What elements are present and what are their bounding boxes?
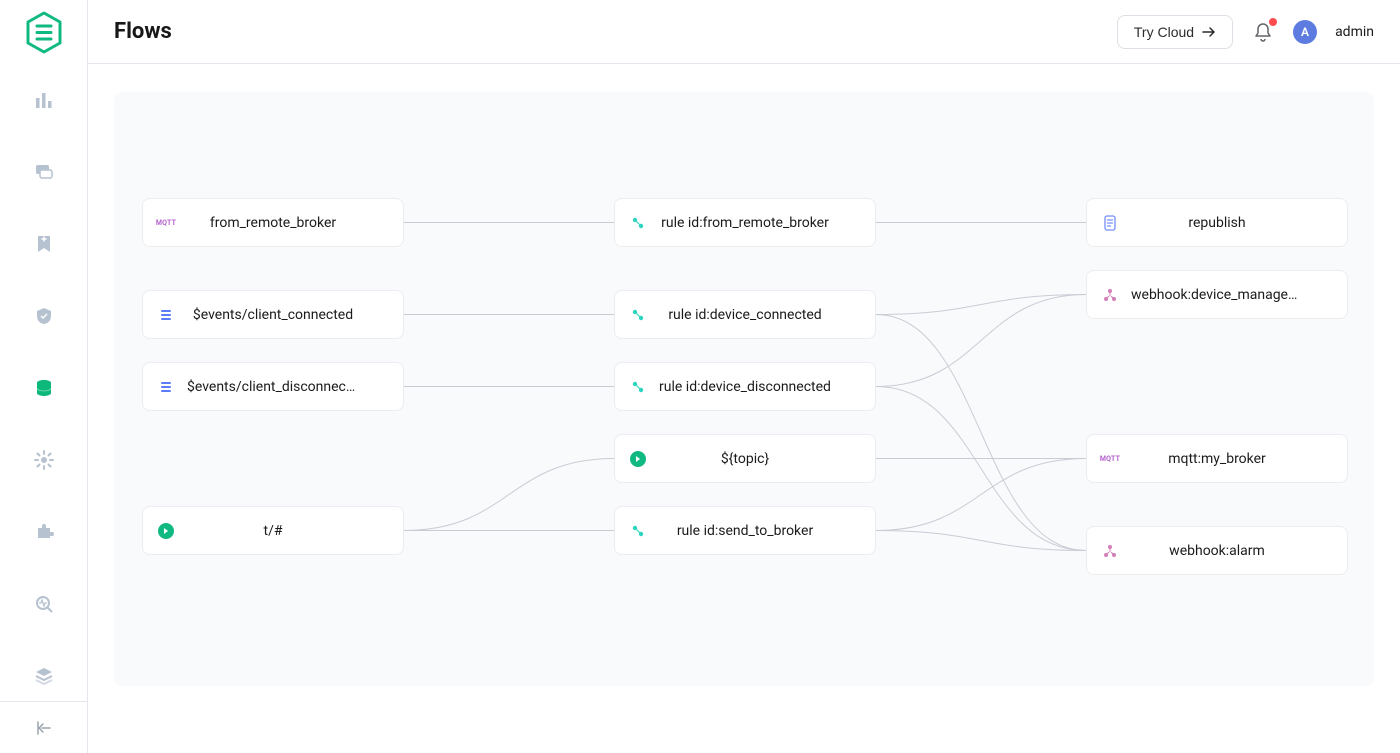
nav-settings[interactable] [24, 440, 64, 480]
notifications-button[interactable] [1251, 20, 1275, 44]
emqx-logo-icon [24, 11, 64, 54]
main: Flows Try Cloud A admin MQTT from_remote_… [88, 0, 1400, 753]
nav-clients[interactable] [24, 152, 64, 192]
flow-node-src2[interactable]: $events/client_connected [142, 290, 404, 339]
flow-node-label: t/# [187, 523, 359, 539]
flow-node-label: republish [1131, 215, 1303, 231]
username: admin [1335, 24, 1374, 40]
content-area: MQTT from_remote_broker $events/client_con… [88, 64, 1400, 753]
stack-icon [157, 306, 175, 324]
webhook-icon [1101, 286, 1119, 304]
flow-node-label: webhook:device_management... [1131, 287, 1303, 303]
database-icon [34, 378, 54, 398]
flow-node-label: rule id:device_connected [659, 307, 831, 323]
sidebar-collapse-button[interactable] [0, 701, 87, 753]
flow-node-out3[interactable]: MQTT mqtt:my_broker [1086, 434, 1348, 483]
flow-node-src4[interactable]: t/# [142, 506, 404, 555]
flow-node-src1[interactable]: MQTT from_remote_broker [142, 198, 404, 247]
flow-node-label: $events/client_disconnected [187, 379, 359, 395]
activity-icon [34, 594, 54, 614]
flow-node-rule5[interactable]: rule id:send_to_broker [614, 506, 876, 555]
webhook-icon [1101, 542, 1119, 560]
flow-node-label: webhook:alarm [1131, 543, 1303, 559]
try-cloud-button[interactable]: Try Cloud [1117, 15, 1233, 49]
topic-icon [629, 450, 647, 468]
nav-plugins[interactable] [24, 512, 64, 552]
flow-canvas[interactable]: MQTT from_remote_broker $events/client_con… [114, 92, 1374, 686]
page-title: Flows [114, 19, 172, 44]
nav-subscriptions[interactable] [24, 224, 64, 264]
sidebar [0, 0, 88, 753]
flow-node-label: ${topic} [659, 451, 831, 467]
flow-node-out2[interactable]: webhook:device_management... [1086, 270, 1348, 319]
header: Flows Try Cloud A admin [88, 0, 1400, 64]
flow-node-label: $events/client_connected [187, 307, 359, 323]
flow-node-label: rule id:from_remote_broker [659, 215, 831, 231]
collapse-icon [35, 719, 53, 737]
gear-icon [34, 450, 54, 470]
chat-icon [34, 162, 54, 182]
mqtt-icon: MQTT [157, 214, 175, 232]
nav-diagnose[interactable] [24, 584, 64, 624]
notification-dot [1269, 18, 1277, 26]
mqtt-icon: MQTT [1101, 450, 1119, 468]
stack-icon [157, 378, 175, 396]
flow-node-label: rule id:device_disconnected [659, 379, 831, 395]
shield-icon [34, 306, 54, 326]
flow-node-label: mqtt:my_broker [1131, 451, 1303, 467]
bar-chart-icon [34, 90, 54, 110]
nav-cluster[interactable] [24, 656, 64, 696]
nav-list [24, 80, 64, 696]
flow-node-rule2[interactable]: rule id:device_connected [614, 290, 876, 339]
nav-data[interactable] [24, 368, 64, 408]
nav-security[interactable] [24, 296, 64, 336]
avatar[interactable]: A [1293, 20, 1317, 44]
try-cloud-label: Try Cloud [1134, 24, 1194, 40]
nav-dashboard[interactable] [24, 80, 64, 120]
flow-node-label: rule id:send_to_broker [659, 523, 831, 539]
flow-node-rule1[interactable]: rule id:from_remote_broker [614, 198, 876, 247]
puzzle-icon [34, 522, 54, 542]
stack-icon [34, 666, 54, 686]
flow-node-label: from_remote_broker [187, 215, 359, 231]
rule-icon [629, 378, 647, 396]
rule-icon [629, 306, 647, 324]
flow-node-rule3[interactable]: rule id:device_disconnected [614, 362, 876, 411]
topic-icon [157, 522, 175, 540]
republish-icon [1101, 214, 1119, 232]
logo[interactable] [0, 0, 87, 64]
flow-node-rule4[interactable]: ${topic} [614, 434, 876, 483]
flow-node-out4[interactable]: webhook:alarm [1086, 526, 1348, 575]
flow-node-out1[interactable]: republish [1086, 198, 1348, 247]
rule-icon [629, 522, 647, 540]
bookmark-icon [34, 234, 54, 254]
rule-icon [629, 214, 647, 232]
flow-node-src3[interactable]: $events/client_disconnected [142, 362, 404, 411]
arrow-right-icon [1202, 26, 1216, 38]
